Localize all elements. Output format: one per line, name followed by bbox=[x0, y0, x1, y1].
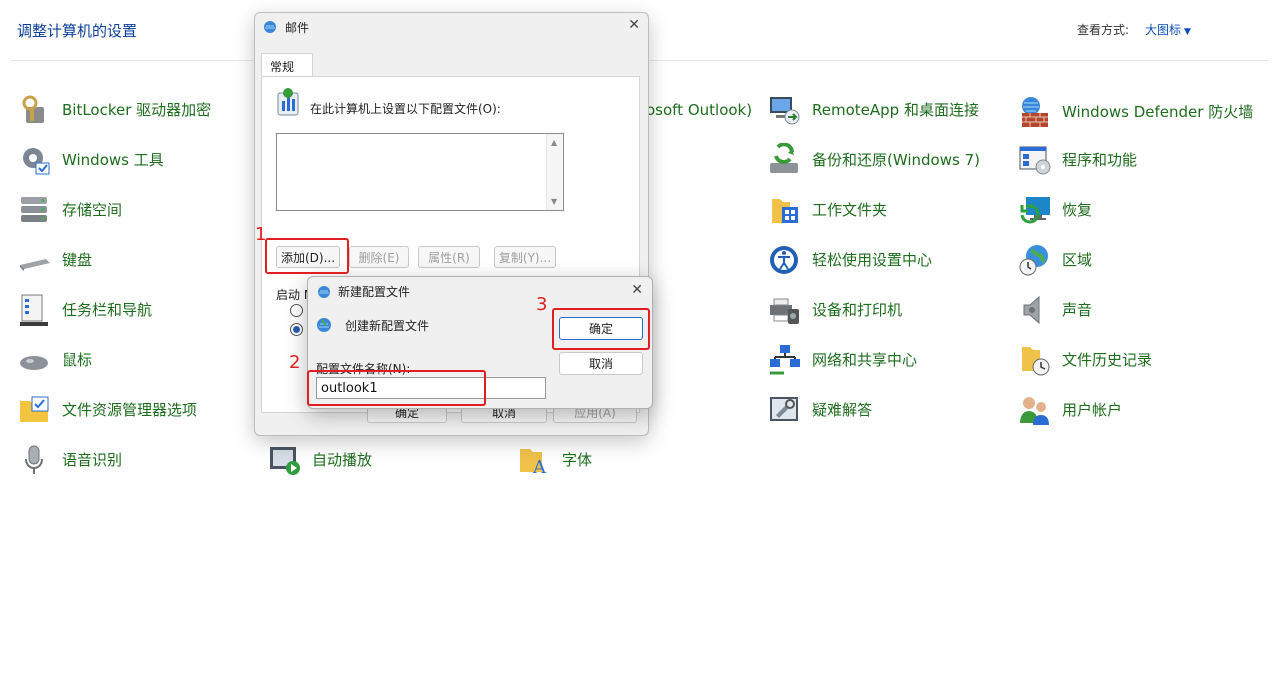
programs-icon bbox=[1019, 146, 1051, 175]
cp-item-devices-printers[interactable]: 设备和打印机 bbox=[768, 292, 902, 328]
mouse-icon bbox=[20, 356, 48, 370]
cp-item-region[interactable]: 区域 bbox=[1018, 242, 1092, 278]
cp-item-sound[interactable]: 声音 bbox=[1018, 292, 1092, 328]
work-folders-icon bbox=[772, 199, 798, 223]
speaker-icon bbox=[1023, 295, 1040, 325]
cp-item-ease-of-access[interactable]: 轻松使用设置中心 bbox=[768, 242, 932, 278]
cp-item-file-history[interactable]: 文件历史记录 bbox=[1018, 342, 1152, 378]
copy-profile-button[interactable]: 复制(Y)... bbox=[494, 246, 556, 268]
profile-list[interactable]: ▲ ▼ bbox=[276, 133, 564, 211]
region-icon bbox=[1019, 245, 1048, 276]
profiles-icon bbox=[277, 88, 299, 116]
cp-item-fonts[interactable]: A 字体 bbox=[518, 442, 592, 478]
close-icon[interactable]: ✕ bbox=[631, 282, 643, 298]
tab-general[interactable]: 常规 bbox=[261, 53, 313, 77]
chevron-down-icon: ▼ bbox=[1184, 27, 1191, 37]
taskbar-icon bbox=[20, 294, 48, 326]
annotation-step-3: 3 bbox=[536, 294, 548, 315]
annotation-box-ok bbox=[552, 308, 650, 350]
cp-item-backup[interactable]: 备份和还原(Windows 7) bbox=[768, 142, 980, 178]
scroll-down-icon[interactable]: ▼ bbox=[551, 197, 557, 206]
new-profile-description: 创建新配置文件 bbox=[345, 319, 430, 333]
mail-dialog-title: 邮件 bbox=[285, 21, 310, 35]
page-title: 调整计算机的设置 bbox=[17, 22, 138, 40]
svg-text:A: A bbox=[532, 457, 547, 477]
printer-icon bbox=[770, 298, 799, 324]
user-accounts-icon bbox=[1020, 397, 1049, 425]
mail-globe-icon bbox=[264, 21, 276, 33]
folder-options-icon bbox=[20, 396, 49, 422]
keyboard-icon bbox=[20, 259, 50, 271]
annotation-box-add bbox=[265, 238, 349, 274]
microphone-icon bbox=[25, 445, 43, 474]
view-by-value: 大图标 bbox=[1145, 23, 1182, 37]
new-profile-title: 新建配置文件 bbox=[338, 285, 411, 299]
close-icon[interactable]: ✕ bbox=[628, 17, 640, 33]
bitlocker-icon bbox=[22, 95, 44, 123]
always-use-profile-radio[interactable] bbox=[290, 323, 303, 336]
profiles-description: 在此计算机上设置以下配置文件(O): bbox=[310, 102, 501, 116]
storage-spaces-icon bbox=[21, 197, 47, 222]
cp-item-programs[interactable]: 程序和功能 bbox=[1018, 142, 1137, 178]
cp-item-keyboard[interactable]: 键盘 bbox=[18, 242, 92, 278]
new-profile-cancel-button[interactable]: 取消 bbox=[559, 352, 643, 375]
recovery-icon bbox=[1020, 197, 1050, 224]
cp-item-bitlocker[interactable]: BitLocker 驱动器加密 bbox=[18, 92, 211, 128]
windows-tools-icon bbox=[23, 148, 50, 175]
cp-item-autoplay[interactable]: 自动播放 bbox=[268, 442, 372, 478]
network-icon bbox=[770, 345, 800, 375]
cp-item-troubleshoot[interactable]: 疑难解答 bbox=[768, 392, 872, 428]
list-scrollbar[interactable]: ▲ ▼ bbox=[546, 134, 563, 210]
file-history-icon bbox=[1022, 347, 1050, 376]
cp-item-user-accounts[interactable]: 用户帐户 bbox=[1018, 392, 1122, 428]
cp-item-taskbar[interactable]: 任务栏和导航 bbox=[18, 292, 152, 328]
cp-item-mouse[interactable]: 鼠标 bbox=[18, 342, 92, 378]
cp-item-mail-outlook[interactable]: osoft Outlook) bbox=[646, 92, 752, 128]
view-by-dropdown[interactable]: 大图标 ▼ bbox=[1145, 21, 1191, 38]
globe-icon bbox=[317, 318, 331, 332]
cp-item-recovery[interactable]: 恢复 bbox=[1018, 192, 1092, 228]
view-by-label: 查看方式: bbox=[1077, 23, 1130, 37]
cp-item-storage-spaces[interactable]: 存储空间 bbox=[18, 192, 122, 228]
fonts-icon: A bbox=[520, 449, 547, 477]
cp-item-windows-tools[interactable]: Windows 工具 bbox=[18, 142, 164, 178]
properties-button[interactable]: 属性(R) bbox=[418, 246, 480, 268]
prompt-profile-radio[interactable] bbox=[290, 304, 303, 317]
backup-icon bbox=[770, 143, 798, 173]
scroll-up-icon[interactable]: ▲ bbox=[551, 138, 557, 147]
remoteapp-icon bbox=[770, 97, 800, 125]
ease-of-access-icon bbox=[770, 246, 798, 274]
autoplay-icon bbox=[270, 447, 300, 475]
annotation-box-name bbox=[307, 370, 486, 406]
cp-item-network[interactable]: 网络和共享中心 bbox=[768, 342, 917, 378]
cp-item-remoteapp[interactable]: RemoteApp 和桌面连接 bbox=[768, 92, 979, 128]
cp-item-firewall[interactable]: Windows Defender 防火墙 bbox=[1018, 92, 1262, 132]
annotation-step-2: 2 bbox=[289, 352, 301, 373]
cp-item-speech[interactable]: 语音识别 bbox=[18, 442, 122, 478]
firewall-icon bbox=[1022, 97, 1048, 127]
cp-item-folder-options[interactable]: 文件资源管理器选项 bbox=[18, 392, 197, 428]
mail-globe-icon bbox=[318, 286, 330, 298]
cp-item-work-folders[interactable]: 工作文件夹 bbox=[768, 192, 887, 228]
troubleshoot-icon bbox=[770, 397, 798, 421]
remove-profile-button[interactable]: 删除(E) bbox=[349, 246, 409, 268]
